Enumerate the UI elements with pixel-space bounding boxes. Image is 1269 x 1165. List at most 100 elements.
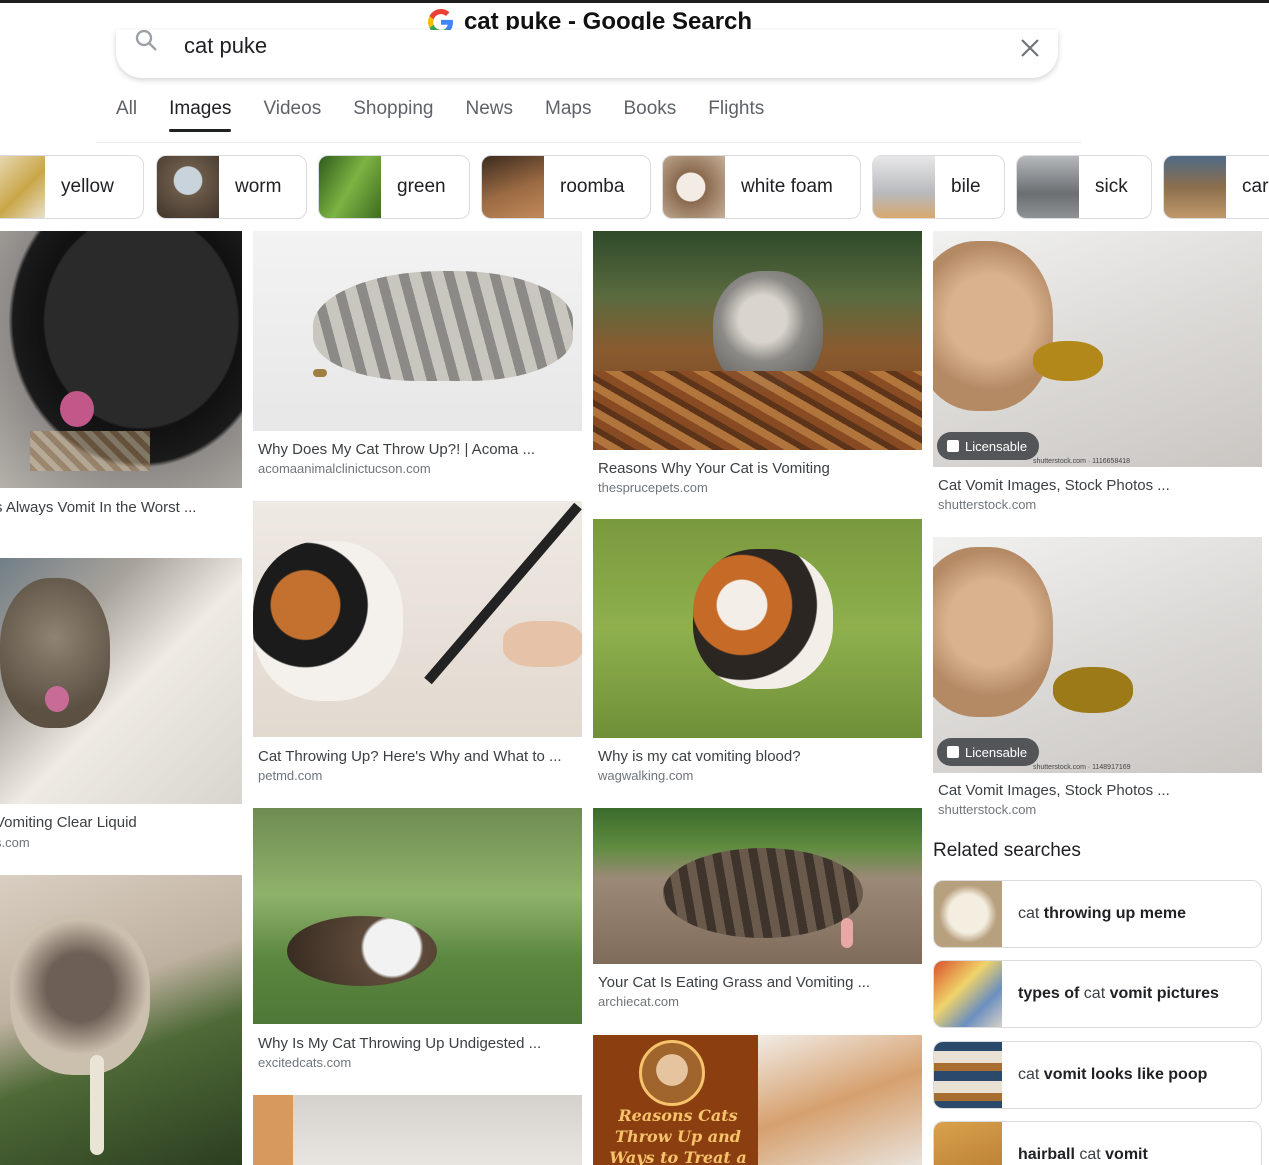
related-search-item[interactable]: cat vomit looks like poop — [933, 1041, 1262, 1109]
search-icon[interactable] — [134, 30, 158, 52]
result-thumbnail[interactable] — [253, 231, 582, 431]
image-result[interactable]: Reasons Why Your Cat is Vomiting thespru… — [593, 231, 922, 501]
image-result[interactable]: Why is my cat vomiting blood? wagwalking… — [593, 519, 922, 789]
chip-thumbnail — [157, 156, 219, 218]
image-result[interactable]: Cat Throwing Up? Here's Why and What to … — [253, 501, 582, 791]
result-source[interactable]: archiecat.com — [598, 994, 679, 1009]
related-search-label: hairball cat vomit — [1018, 1146, 1148, 1163]
result-thumbnail[interactable] — [253, 808, 582, 1024]
result-source[interactable]: s.com — [0, 835, 30, 850]
chip-thumbnail — [873, 156, 935, 218]
result-thumbnail[interactable] — [0, 875, 242, 1165]
tab-news[interactable]: News — [466, 98, 530, 130]
image-result[interactable]: Why Does My Cat Throw Up?! | Acoma ... a… — [253, 231, 582, 481]
promo-image-caption: Reasons Cats Throw Up and Ways to Treat … — [609, 1106, 747, 1165]
result-source[interactable]: shutterstock.com — [938, 802, 1036, 817]
chip-thumbnail — [663, 156, 725, 218]
licensable-label: Licensable — [965, 438, 1028, 454]
image-icon — [947, 440, 959, 452]
tab-shopping[interactable]: Shopping — [353, 98, 449, 130]
result-title[interactable]: Cat Throwing Up? Here's Why and What to … — [258, 748, 562, 765]
chip-label: bile — [951, 176, 981, 197]
tab-books[interactable]: Books — [623, 98, 692, 130]
result-title[interactable]: Cat Vomit Images, Stock Photos ... — [938, 782, 1170, 799]
result-thumbnail[interactable] — [253, 1095, 582, 1165]
related-search-label: types of cat vomit pictures — [1018, 985, 1219, 1002]
chip-green[interactable]: green — [318, 155, 470, 219]
chip-white-foam[interactable]: white foam — [662, 155, 861, 219]
tabs-divider — [96, 142, 1081, 143]
related-thumbnail — [934, 961, 1002, 1027]
chip-roomba[interactable]: roomba — [481, 155, 651, 219]
chip-thumbnail — [0, 156, 45, 218]
result-title[interactable]: Vomiting Clear Liquid — [0, 814, 137, 831]
result-thumbnail[interactable] — [0, 558, 242, 804]
chip-label: green — [397, 176, 446, 197]
result-title[interactable]: Why Is My Cat Throwing Up Undigested ... — [258, 1035, 541, 1052]
chip-label: worm — [235, 176, 282, 197]
result-source[interactable]: acomaanimalclinictucson.com — [258, 461, 431, 476]
result-thumbnail[interactable] — [593, 519, 922, 738]
licensable-badge[interactable]: Licensable — [937, 432, 1040, 460]
image-result[interactable] — [253, 1095, 582, 1165]
result-source[interactable]: shutterstock.com — [938, 497, 1036, 512]
chip-thumbnail — [1017, 156, 1079, 218]
chip-label: yellow — [61, 176, 114, 197]
chip-label: roomba — [560, 176, 625, 197]
chip-sick[interactable]: sick — [1016, 155, 1152, 219]
image-result[interactable]: s Always Vomit In the Worst ... — [0, 231, 242, 531]
tab-videos[interactable]: Videos — [263, 98, 337, 130]
chip-worm[interactable]: worm — [156, 155, 307, 219]
chip-thumbnail — [482, 156, 544, 218]
image-result[interactable]: shutterstock.com · 1148917169 Licensable… — [933, 537, 1262, 827]
image-result[interactable]: shutterstock.com · 1116658418 Licensable… — [933, 231, 1262, 521]
related-search-item[interactable]: cat throwing up meme — [933, 880, 1262, 948]
result-thumbnail[interactable]: Reasons Cats Throw Up and Ways to Treat … — [593, 1035, 922, 1165]
image-icon — [947, 746, 959, 758]
result-thumbnail[interactable] — [0, 231, 242, 488]
image-result[interactable]: Reasons Cats Throw Up and Ways to Treat … — [593, 1035, 922, 1165]
result-thumbnail[interactable] — [593, 231, 922, 450]
result-source[interactable]: petmd.com — [258, 768, 322, 783]
tab-maps[interactable]: Maps — [545, 98, 607, 130]
result-title[interactable]: s Always Vomit In the Worst ... — [0, 499, 196, 516]
watermark-text: shutterstock.com · 1148917169 — [1033, 764, 1131, 771]
related-search-label: cat throwing up meme — [1018, 905, 1187, 922]
result-thumbnail[interactable] — [253, 501, 582, 737]
result-title[interactable]: Your Cat Is Eating Grass and Vomiting ..… — [598, 974, 870, 991]
result-thumbnail[interactable] — [593, 808, 922, 964]
image-result[interactable]: Your Cat Is Eating Grass and Vomiting ..… — [593, 808, 922, 1018]
tab-images[interactable]: Images — [169, 98, 247, 132]
related-search-item[interactable]: types of cat vomit pictures — [933, 960, 1262, 1028]
result-source[interactable]: wagwalking.com — [598, 768, 693, 783]
tab-flights[interactable]: Flights — [708, 98, 780, 130]
close-icon[interactable] — [1020, 38, 1040, 58]
chip-thumbnail — [319, 156, 381, 218]
image-result[interactable]: Why Is My Cat Throwing Up Undigested ...… — [253, 808, 582, 1078]
result-title[interactable]: Why Does My Cat Throw Up?! | Acoma ... — [258, 441, 535, 458]
chip-yellow[interactable]: yellow — [0, 155, 144, 219]
search-box[interactable]: cat puke — [116, 30, 1058, 78]
image-result[interactable]: Vomiting Clear Liquid s.com — [0, 558, 242, 858]
related-search-item[interactable]: hairball cat vomit — [933, 1121, 1262, 1165]
watermark-text: shutterstock.com · 1116658418 — [1033, 458, 1131, 465]
chip-bile[interactable]: bile — [872, 155, 1005, 219]
search-input[interactable]: cat puke — [184, 35, 267, 57]
related-search-label: cat vomit looks like poop — [1018, 1066, 1208, 1083]
related-thumbnail — [934, 1122, 1002, 1165]
result-title[interactable]: Reasons Why Your Cat is Vomiting — [598, 460, 830, 477]
result-source[interactable]: thesprucepets.com — [598, 480, 708, 495]
related-thumbnail — [934, 1042, 1002, 1108]
licensable-badge[interactable]: Licensable — [937, 738, 1040, 766]
tab-all[interactable]: All — [116, 98, 153, 130]
licensable-label: Licensable — [965, 744, 1028, 760]
search-tabs: All Images Videos Shopping News Maps Boo… — [116, 98, 796, 132]
related-thumbnail — [934, 881, 1002, 947]
result-title[interactable]: Cat Vomit Images, Stock Photos ... — [938, 477, 1170, 494]
chip-label: sick — [1095, 176, 1128, 197]
chip-label: car — [1242, 176, 1269, 197]
chip-car[interactable]: car — [1163, 155, 1269, 219]
result-source[interactable]: excitedcats.com — [258, 1055, 351, 1070]
result-title[interactable]: Why is my cat vomiting blood? — [598, 748, 801, 765]
image-result[interactable] — [0, 875, 242, 1165]
